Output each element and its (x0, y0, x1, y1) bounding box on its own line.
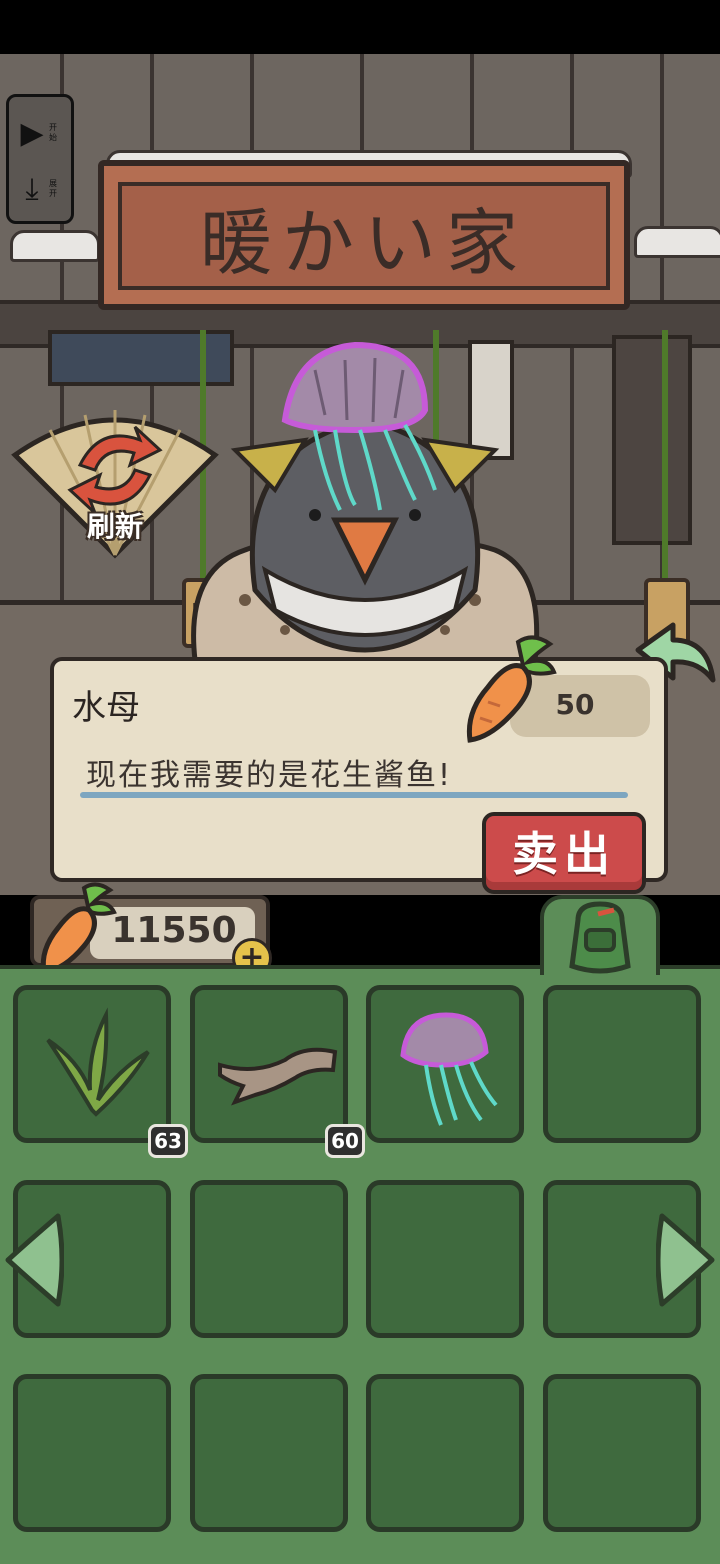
wall-cabinet (612, 335, 692, 545)
message-underline (80, 792, 628, 798)
inventory-slot-empty[interactable] (543, 1374, 701, 1532)
expand-down-icon: ⤓ (25, 171, 39, 207)
seaweed-icon (46, 1007, 150, 1117)
shop-sign-text: 暖かい家 (199, 200, 528, 285)
customer-bird (191, 341, 540, 663)
sell-button-label[interactable]: 卖出 (482, 818, 646, 884)
right-arrow-icon[interactable] (656, 1210, 720, 1310)
roof-snow-right (634, 226, 720, 258)
expand-button[interactable]: ⤓ 展开 (15, 163, 71, 215)
item-count: 60 (325, 1124, 365, 1158)
play-icon: ▶ (20, 115, 44, 151)
driftwood-icon (218, 1047, 338, 1106)
inventory-slot-empty[interactable] (190, 1374, 348, 1532)
inventory-slot-empty[interactable] (190, 1180, 348, 1338)
rope (662, 330, 668, 580)
inventory-slot-empty[interactable] (13, 1374, 171, 1532)
item-name: 水母 (72, 688, 140, 728)
currency-amount: 11550 (111, 910, 237, 951)
inventory-slot-seaweed[interactable]: 63 (13, 985, 188, 1158)
jellyfish-icon (400, 1012, 498, 1126)
inventory-slot-empty[interactable] (366, 1374, 524, 1532)
inventory-slot-empty[interactable] (543, 985, 701, 1143)
inventory-slot-jellyfish[interactable] (366, 985, 524, 1143)
backpack-icon[interactable] (558, 900, 642, 976)
control-panel: ▶ 开始 ⤓ 展开 (6, 94, 74, 224)
refresh-label[interactable]: 刷新 (60, 505, 170, 545)
status-bar (0, 0, 720, 54)
start-label: 开始 (49, 123, 57, 142)
left-arrow-icon[interactable] (0, 1210, 64, 1310)
inventory-slot-driftwood[interactable]: 60 (190, 985, 365, 1158)
customer-message: 现在我需要的是花生酱鱼! (86, 758, 453, 793)
expand-label: 展开 (49, 179, 57, 198)
roof-snow-left (10, 230, 100, 262)
carrot-icon (40, 882, 117, 975)
start-button[interactable]: ▶ 开始 (15, 107, 71, 159)
carrot-icon (466, 635, 557, 743)
inventory-slot-empty[interactable] (366, 1180, 524, 1338)
item-count: 63 (148, 1124, 188, 1158)
